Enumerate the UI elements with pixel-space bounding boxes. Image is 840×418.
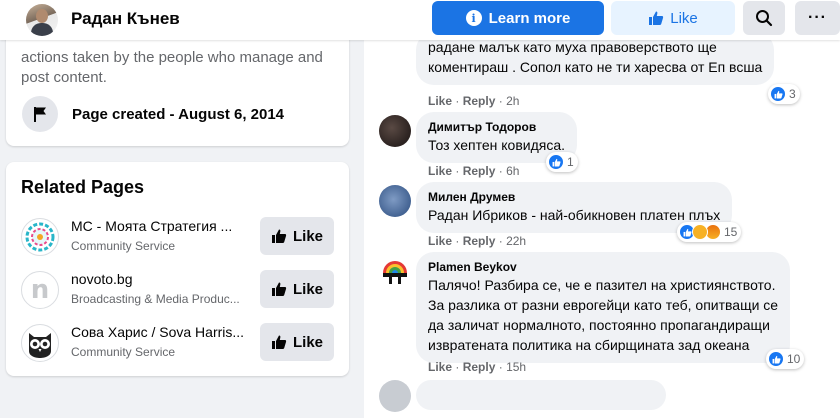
comment-time[interactable]: 22h (506, 234, 526, 248)
comment-bubble: Plamen Beykov Палячо! Разбира се, че е п… (416, 252, 791, 363)
more-dots-icon: ··· (808, 9, 827, 26)
reaction-number: 15 (724, 225, 738, 239)
comment-actions: Like · Reply · 15h (428, 360, 526, 374)
avatar-body-shape (31, 23, 53, 36)
page-avatar[interactable] (26, 4, 58, 36)
related-page-name[interactable]: МС - Моята Стратегия ... (71, 218, 251, 234)
comment-like-link[interactable]: Like (428, 94, 452, 108)
commenter-avatar[interactable] (379, 380, 411, 412)
haha-reaction-icon (692, 224, 708, 240)
commenter-avatar[interactable] (379, 255, 411, 287)
separator-dot: · (498, 360, 503, 374)
reaction-number: 1 (567, 155, 574, 169)
page-transparency-text: actions taken by the people who manage a… (21, 49, 323, 86)
commenter-avatar[interactable] (379, 185, 411, 217)
comment-like-link[interactable]: Like (428, 360, 452, 374)
separator-dot: · (455, 94, 460, 108)
flag-icon-circle (22, 96, 58, 132)
comment-actions: Like · Reply · 22h (428, 234, 526, 248)
thumbs-up-icon (649, 11, 664, 25)
page-header-bar: Радан Кънев i Learn more Like ··· (0, 0, 840, 40)
comment-reply-link[interactable]: Reply (463, 234, 496, 248)
comment-text: радане малък като муха правоверството ще… (428, 40, 763, 75)
related-page-name[interactable]: novoto.bg (71, 271, 251, 287)
comment-text: Тоз хептен ковидяса. (428, 137, 566, 153)
related-page-item[interactable]: Сова Харис / Sova Harris... Community Se… (21, 320, 341, 364)
like-page-label: Like (670, 9, 698, 27)
learn-more-label: Learn more (488, 9, 571, 27)
reaction-count[interactable]: 1 (546, 152, 578, 172)
related-page-category: Community Service (71, 239, 176, 253)
thumbs-up-icon (271, 229, 287, 243)
like-reaction-icon (548, 154, 564, 170)
reaction-number: 10 (787, 352, 801, 366)
reaction-count[interactable]: 3 (768, 84, 800, 104)
comment-reply-link[interactable]: Reply (463, 94, 496, 108)
page-name[interactable]: Радан Кънев (71, 9, 180, 29)
reaction-count[interactable]: 10 (766, 349, 805, 369)
strategy-logo (21, 218, 59, 256)
search-button[interactable] (743, 1, 785, 35)
comments-panel: радане малък като муха правоверството ще… (364, 40, 840, 418)
comment-author[interactable]: Милен Друмев (428, 189, 720, 205)
owl-logo (21, 324, 59, 362)
separator-dot: · (498, 164, 503, 178)
page-created-row: Page created - August 6, 2014 (21, 96, 284, 132)
about-card: actions taken by the people who manage a… (6, 30, 349, 146)
strategy-logo-icon (25, 222, 55, 252)
related-page-category: Community Service (71, 345, 176, 359)
comment-time[interactable]: 2h (506, 94, 519, 108)
commenter-avatar[interactable] (379, 115, 411, 147)
comment-reply-link[interactable]: Reply (463, 360, 496, 374)
comment-reply-link[interactable]: Reply (463, 164, 496, 178)
like-reaction-icon (770, 86, 786, 102)
thumbs-up-icon (271, 282, 287, 296)
reaction-number: 3 (789, 87, 796, 101)
comment-time[interactable]: 15h (506, 360, 526, 374)
related-page-item[interactable]: МС - Моята Стратегия ... Community Servi… (21, 214, 341, 258)
comment-time[interactable]: 6h (506, 164, 519, 178)
related-page-like-label: Like (292, 227, 323, 245)
related-pages-title: Related Pages (21, 177, 145, 197)
learn-more-button[interactable]: i Learn more (432, 1, 604, 35)
info-icon: i (465, 10, 482, 26)
like-page-button[interactable]: Like (611, 1, 735, 35)
separator-dot: · (455, 164, 460, 178)
novoto-logo: n (21, 271, 59, 309)
comment-actions: Like · Reply · 2h (428, 94, 519, 108)
like-reaction-icon (768, 351, 784, 367)
separator-dot: · (455, 234, 460, 248)
separator-dot: · (455, 360, 460, 374)
comment-author[interactable]: Димитър Тодоров (428, 119, 565, 135)
related-pages-card: Related Pages МС - Моята Стратегия ... C… (6, 162, 349, 376)
related-page-like-label: Like (292, 280, 323, 298)
related-page-like-button[interactable]: Like (260, 323, 334, 361)
comment-bubble (416, 380, 666, 410)
related-page-name[interactable]: Сова Харис / Sova Harris... (71, 324, 251, 340)
related-page-item[interactable]: n novoto.bg Broadcasting & Media Produc.… (21, 267, 341, 311)
search-icon (756, 10, 773, 27)
separator-dot: · (498, 94, 503, 108)
comment-bubble: радане малък като муха правоверството ще… (416, 40, 775, 85)
comment-text: Палячо! Разбира се, че е пазител на хрис… (428, 277, 779, 353)
comment-text: Радан Ибриков - най-обикновен платен плъ… (428, 207, 721, 223)
reaction-count[interactable]: 15 (677, 222, 742, 242)
comment-author[interactable]: Plamen Beykov (428, 259, 778, 275)
comment-like-link[interactable]: Like (428, 164, 452, 178)
rainbow-avatar-icon (383, 261, 407, 284)
owl-logo-icon (29, 333, 51, 358)
comment-actions: Like · Reply · 6h (428, 164, 519, 178)
separator-dot: · (498, 234, 503, 248)
comment-like-link[interactable]: Like (428, 234, 452, 248)
avatar-head-shape (36, 9, 48, 23)
flag-icon (34, 107, 46, 122)
related-page-category: Broadcasting & Media Produc... (71, 292, 240, 306)
page-created-label: Page created - August 6, 2014 (72, 105, 285, 123)
related-page-like-button[interactable]: Like (260, 217, 334, 255)
more-options-button[interactable]: ··· (795, 1, 840, 35)
related-page-like-label: Like (292, 333, 323, 351)
novoto-logo-letter: n (30, 275, 50, 305)
thumbs-up-icon (271, 335, 287, 349)
related-page-like-button[interactable]: Like (260, 270, 334, 308)
